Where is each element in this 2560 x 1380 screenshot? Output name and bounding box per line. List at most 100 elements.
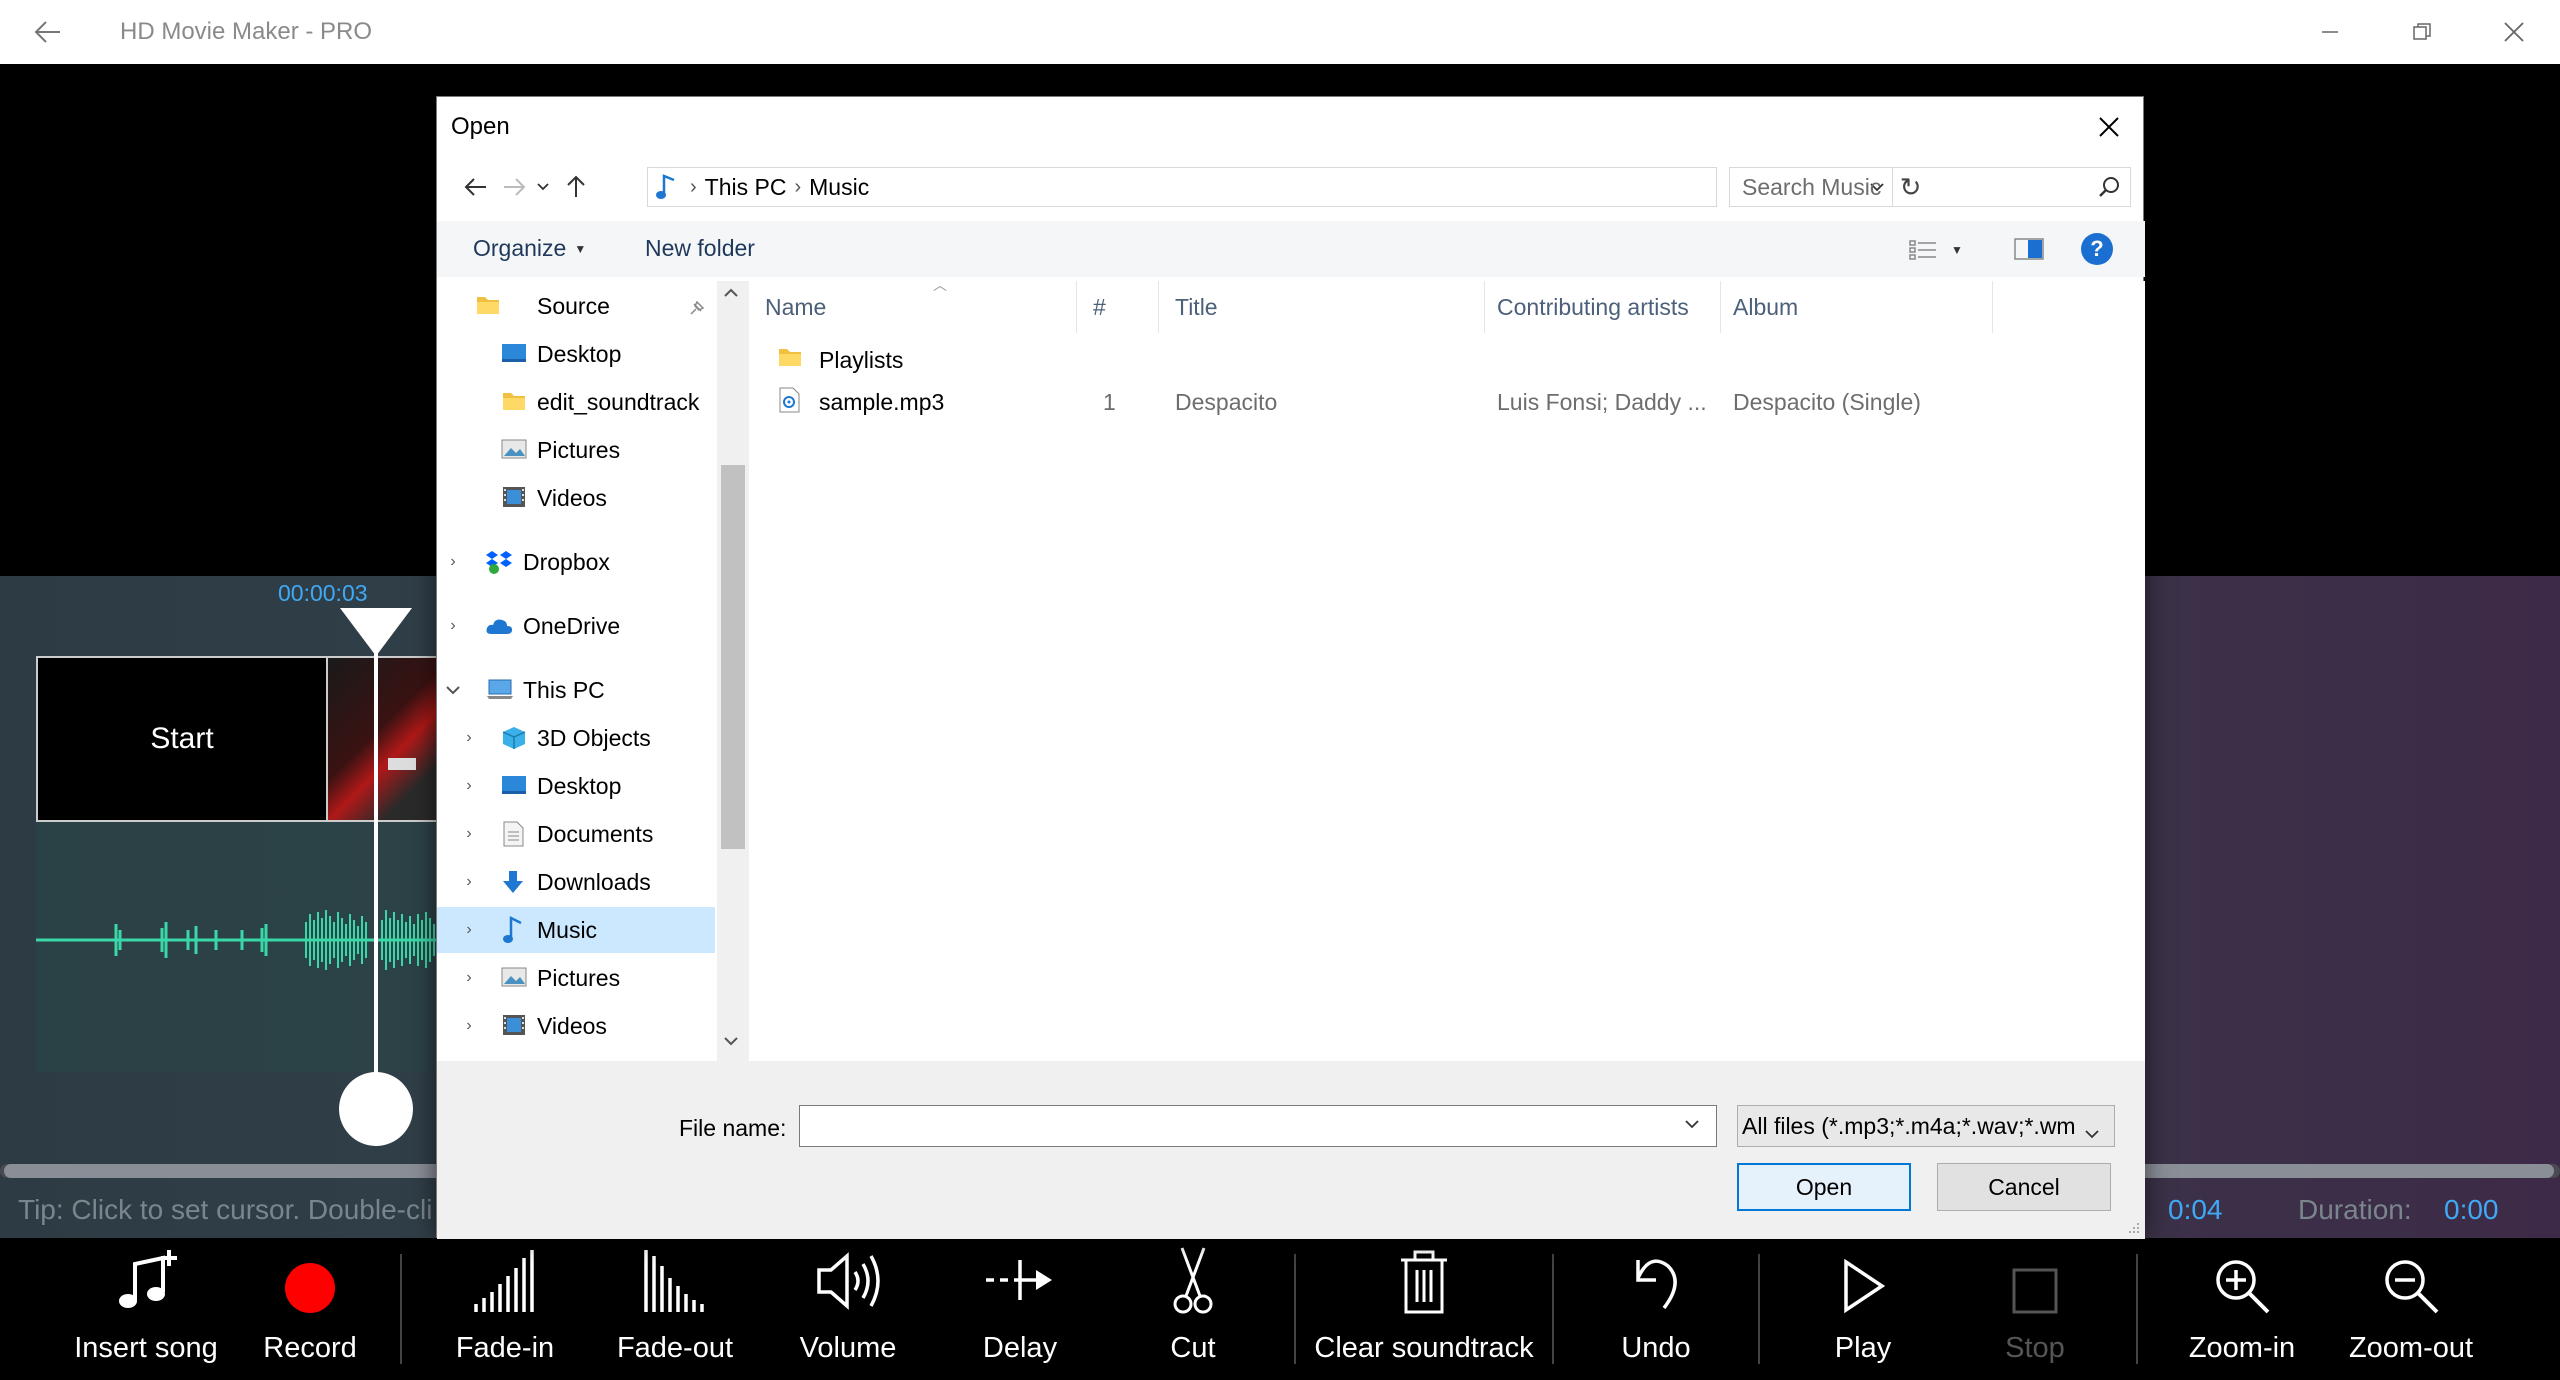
search-input[interactable]	[1730, 168, 2090, 206]
address-bar[interactable]: › This PC › Music ↻	[647, 167, 1921, 207]
column-name[interactable]: ︿ Name	[749, 277, 1077, 333]
folder-icon	[475, 293, 501, 317]
column-contributing-artists[interactable]: Contributing artists	[1485, 281, 1721, 333]
clip-label: Start	[150, 722, 214, 755]
tree-item-source[interactable]: Source	[437, 283, 715, 329]
zoom-out-button[interactable]: Zoom-out	[2336, 1238, 2486, 1380]
trash-icon	[1397, 1238, 1451, 1322]
expand-chevron-icon[interactable]: ›	[459, 728, 479, 748]
clip-car-thumbnail[interactable]	[328, 656, 438, 822]
zoom-in-button[interactable]: Zoom-in	[2172, 1238, 2312, 1380]
resize-grip-icon[interactable]	[2125, 1219, 2141, 1240]
new-folder-label: New folder	[645, 235, 755, 261]
column-header-label: Album	[1733, 293, 1799, 320]
navigation-pane-scrollbar[interactable]	[717, 281, 749, 1061]
column-header-label: #	[1093, 293, 1106, 320]
tree-item-dropbox[interactable]: › Dropbox	[437, 539, 715, 585]
cancel-button[interactable]: Cancel	[1937, 1163, 2111, 1211]
expand-chevron-icon[interactable]: ›	[459, 920, 479, 940]
stop-button[interactable]: Stop	[1980, 1238, 2090, 1380]
pin-icon[interactable]	[687, 297, 705, 324]
tree-item-videos-quick[interactable]: Videos	[437, 475, 715, 521]
expand-chevron-icon[interactable]: ›	[459, 872, 479, 892]
recent-locations-chevron-icon[interactable]	[531, 167, 555, 207]
breadcrumb-this-pc[interactable]: This PC	[705, 174, 787, 201]
preview-pane-icon[interactable]	[2011, 233, 2047, 265]
videos-icon	[501, 485, 527, 509]
file-row-sample-mp3[interactable]: sample.mp3 1 Despacito Luis Fonsi; Daddy…	[749, 379, 2145, 421]
tree-item-music[interactable]: › Music	[437, 907, 715, 953]
pictures-icon	[501, 438, 527, 462]
tree-item-pictures-quick[interactable]: Pictures	[437, 427, 715, 473]
delay-button[interactable]: Delay	[960, 1238, 1080, 1380]
clip-start[interactable]: Start	[36, 656, 328, 822]
expand-chevron-icon[interactable]: ›	[459, 824, 479, 844]
tree-item-edit-soundtrack[interactable]: edit_soundtrack	[437, 379, 715, 425]
play-button[interactable]: Play	[1808, 1238, 1918, 1380]
playhead-handle[interactable]	[339, 1072, 413, 1146]
tree-item-documents[interactable]: › Documents	[437, 811, 715, 857]
navigation-bar: › This PC › Music ↻	[437, 163, 2145, 211]
tree-item-desktop-quick[interactable]: Desktop	[437, 331, 715, 377]
forward-icon[interactable]	[495, 167, 533, 207]
fade-out-button[interactable]: Fade-out	[605, 1238, 745, 1380]
expand-chevron-icon[interactable]: ›	[459, 776, 479, 796]
volume-button[interactable]: Volume	[785, 1238, 911, 1380]
up-arrow-icon[interactable]	[557, 167, 595, 207]
column-number[interactable]: #	[1077, 281, 1159, 333]
undo-button[interactable]: Undo	[1600, 1238, 1712, 1380]
tree-item-downloads[interactable]: › Downloads	[437, 859, 715, 905]
help-icon[interactable]: ?	[2081, 233, 2113, 265]
column-album[interactable]: Album	[1721, 281, 1993, 333]
close-icon[interactable]	[2087, 107, 2131, 147]
column-title[interactable]: Title	[1159, 281, 1485, 333]
separator	[2136, 1254, 2138, 1364]
insert-song-button[interactable]: Insert song	[70, 1238, 222, 1380]
clear-soundtrack-button[interactable]: Clear soundtrack	[1314, 1238, 1534, 1380]
breadcrumb-music[interactable]: Music	[809, 174, 869, 201]
caret-down-icon: ▼	[574, 241, 587, 256]
tree-item-label: Dropbox	[523, 548, 610, 575]
change-view-button[interactable]: ▼	[1909, 235, 1969, 265]
record-button[interactable]: Record	[250, 1238, 370, 1380]
cloud-icon	[485, 615, 513, 639]
play-label: Play	[1834, 1332, 1892, 1364]
restore-icon[interactable]	[2398, 10, 2446, 54]
scroll-down-icon[interactable]	[723, 1033, 739, 1049]
expand-chevron-icon[interactable]: ›	[443, 552, 463, 572]
file-type-select[interactable]: All files (*.mp3;*.m4a;*.wav;*.wm	[1737, 1105, 2115, 1147]
playhead-marker[interactable]	[340, 608, 412, 656]
cut-button[interactable]: Cut	[1140, 1238, 1246, 1380]
back-icon[interactable]	[457, 167, 495, 207]
open-button[interactable]: Open	[1737, 1163, 1911, 1211]
scroll-up-icon[interactable]	[723, 285, 739, 301]
new-folder-button[interactable]: New folder	[645, 235, 755, 262]
expand-chevron-icon[interactable]: ›	[443, 616, 463, 636]
minimize-icon[interactable]	[2306, 10, 2354, 54]
play-icon	[1838, 1238, 1888, 1322]
file-name-input[interactable]	[800, 1106, 1670, 1146]
tree-item-onedrive[interactable]: › OneDrive	[437, 603, 715, 649]
fade-in-button[interactable]: Fade-in	[440, 1238, 570, 1380]
tree-item-this-pc[interactable]: This PC	[437, 667, 715, 713]
music-note-icon	[656, 174, 676, 200]
organize-button[interactable]: Organize ▼	[473, 235, 586, 262]
file-title: Despacito	[1175, 389, 1278, 415]
expand-chevron-icon[interactable]: ›	[459, 968, 479, 988]
tree-item-3d-objects[interactable]: › 3D Objects	[437, 715, 715, 761]
search-icon[interactable]	[2098, 176, 2120, 203]
tree-item-label: Downloads	[537, 868, 651, 895]
download-arrow-icon	[501, 869, 527, 893]
tree-item-label: Source	[537, 292, 610, 319]
tree-item-videos[interactable]: › Videos	[437, 1003, 715, 1049]
tree-item-pictures[interactable]: › Pictures	[437, 955, 715, 1001]
delay-arrow-icon	[984, 1238, 1056, 1322]
back-arrow-icon[interactable]	[28, 14, 68, 50]
tree-item-desktop[interactable]: › Desktop	[437, 763, 715, 809]
expand-chevron-icon[interactable]: ›	[459, 1016, 479, 1036]
scrollbar-thumb[interactable]	[721, 465, 745, 849]
collapse-chevron-icon[interactable]	[443, 680, 463, 700]
window-close-icon[interactable]	[2490, 10, 2538, 54]
file-row-playlists[interactable]: Playlists	[749, 337, 2145, 379]
file-name-dropdown-icon[interactable]	[1684, 1116, 1700, 1134]
